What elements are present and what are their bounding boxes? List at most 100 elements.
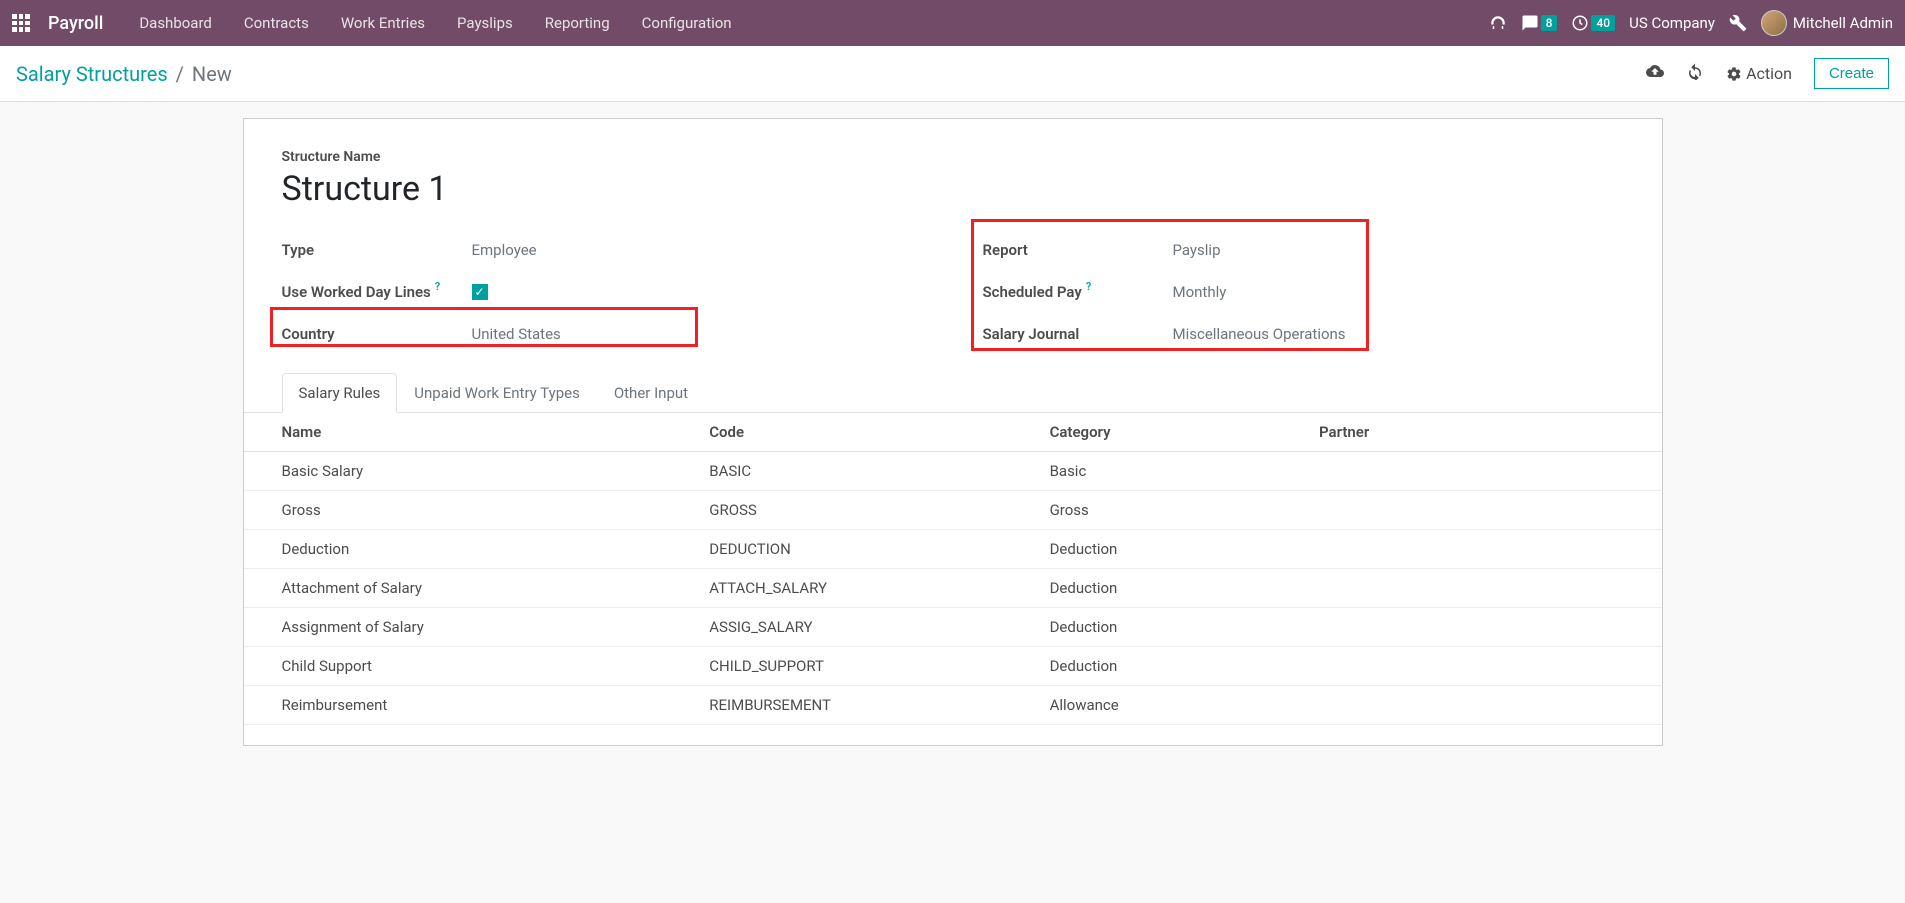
cell-name: Gross: [244, 491, 698, 530]
breadcrumb-sep: /: [176, 62, 184, 86]
cell-category: Deduction: [1038, 569, 1307, 608]
country-label: Country: [282, 325, 472, 343]
cell-name: Reimbursement: [244, 686, 698, 725]
field-country: Country United States: [282, 313, 923, 355]
help-icon[interactable]: ?: [1086, 280, 1091, 293]
structure-name-value[interactable]: Structure 1: [282, 169, 1624, 209]
cell-category: Basic: [1038, 452, 1307, 491]
company-switcher[interactable]: US Company: [1629, 14, 1715, 32]
control-bar: Salary Structures / New Action Create: [0, 46, 1905, 102]
cell-code: CHILD_SUPPORT: [697, 647, 1037, 686]
cell-code: GROSS: [697, 491, 1037, 530]
nav-contracts[interactable]: Contracts: [230, 0, 323, 46]
cell-code: ATTACH_SALARY: [697, 569, 1037, 608]
type-label: Type: [282, 241, 472, 259]
activities-icon[interactable]: 40: [1571, 14, 1615, 32]
cell-partner: [1307, 647, 1662, 686]
worked-label-text: Use Worked Day Lines: [282, 283, 431, 301]
apps-icon[interactable]: [12, 14, 30, 32]
sched-value[interactable]: Monthly: [1173, 283, 1227, 301]
field-type: Type Employee: [282, 229, 923, 271]
table-row[interactable]: ReimbursementREIMBURSEMENTAllowance: [244, 686, 1662, 725]
top-navbar: Payroll Dashboard Contracts Work Entries…: [0, 0, 1905, 46]
cell-partner: [1307, 530, 1662, 569]
breadcrumb: Salary Structures / New: [16, 62, 232, 86]
cell-partner: [1307, 608, 1662, 647]
cell-name: Basic Salary: [244, 452, 698, 491]
cell-name: Assignment of Salary: [244, 608, 698, 647]
cell-partner: [1307, 491, 1662, 530]
field-report: Report Payslip: [983, 229, 1624, 271]
table-row[interactable]: Basic SalaryBASICBasic: [244, 452, 1662, 491]
activities-badge: 40: [1591, 15, 1615, 31]
worked-checkbox[interactable]: ✓: [472, 284, 488, 300]
country-value[interactable]: United States: [472, 325, 561, 343]
table-row[interactable]: Attachment of SalaryATTACH_SALARYDeducti…: [244, 569, 1662, 608]
cell-category: Gross: [1038, 491, 1307, 530]
messaging-icon[interactable]: 8: [1521, 14, 1558, 32]
discard-icon[interactable]: [1686, 62, 1704, 85]
debug-icon[interactable]: [1729, 14, 1747, 32]
field-worked-day-lines: Use Worked Day Lines ? ✓: [282, 271, 923, 313]
nav-configuration[interactable]: Configuration: [628, 0, 746, 46]
main-scroll[interactable]: Structure Name Structure 1 Type Employee…: [0, 102, 1905, 903]
table-row[interactable]: GrossGROSSGross: [244, 491, 1662, 530]
tabs: Salary Rules Unpaid Work Entry Types Oth…: [244, 373, 1662, 413]
help-icon[interactable]: ?: [435, 280, 440, 293]
sched-label-text: Scheduled Pay: [983, 283, 1082, 301]
field-salary-journal: Salary Journal Miscellaneous Operations: [983, 313, 1624, 355]
salary-rules-table: Name Code Category Partner Basic SalaryB…: [244, 413, 1662, 725]
user-avatar: [1761, 10, 1787, 36]
col-code[interactable]: Code: [697, 413, 1037, 452]
field-scheduled-pay: Scheduled Pay ? Monthly: [983, 271, 1624, 313]
nav-left: Payroll Dashboard Contracts Work Entries…: [12, 0, 746, 46]
report-value[interactable]: Payslip: [1173, 241, 1221, 259]
tab-salary-rules[interactable]: Salary Rules: [282, 373, 398, 413]
user-menu[interactable]: Mitchell Admin: [1761, 10, 1893, 36]
table-header-row: Name Code Category Partner: [244, 413, 1662, 452]
nav-payslips[interactable]: Payslips: [443, 0, 527, 46]
control-right: Action Create: [1646, 58, 1889, 89]
table-row[interactable]: Assignment of SalaryASSIG_SALARYDeductio…: [244, 608, 1662, 647]
tab-other-input[interactable]: Other Input: [597, 373, 705, 413]
cell-category: Deduction: [1038, 647, 1307, 686]
username: Mitchell Admin: [1793, 14, 1893, 32]
table-row[interactable]: Child SupportCHILD_SUPPORTDeduction: [244, 647, 1662, 686]
cell-partner: [1307, 452, 1662, 491]
cell-name: Child Support: [244, 647, 698, 686]
col-name[interactable]: Name: [244, 413, 698, 452]
worked-label: Use Worked Day Lines ?: [282, 283, 472, 301]
report-label: Report: [983, 241, 1173, 259]
messaging-badge: 8: [1541, 15, 1558, 31]
create-button[interactable]: Create: [1814, 58, 1889, 89]
cell-code: DEDUCTION: [697, 530, 1037, 569]
nav-dashboard[interactable]: Dashboard: [125, 0, 226, 46]
nav-right: 8 40 US Company Mitchell Admin: [1489, 10, 1893, 36]
cell-name: Attachment of Salary: [244, 569, 698, 608]
nav-work-entries[interactable]: Work Entries: [327, 0, 439, 46]
form-columns: Type Employee Use Worked Day Lines ? ✓ C…: [282, 229, 1624, 355]
save-icon[interactable]: [1646, 62, 1664, 85]
type-value[interactable]: Employee: [472, 241, 537, 259]
nav-reporting[interactable]: Reporting: [531, 0, 624, 46]
table-row[interactable]: DeductionDEDUCTIONDeduction: [244, 530, 1662, 569]
col-partner[interactable]: Partner: [1307, 413, 1662, 452]
journal-value[interactable]: Miscellaneous Operations: [1173, 325, 1346, 343]
cell-name: Deduction: [244, 530, 698, 569]
cell-code: REIMBURSEMENT: [697, 686, 1037, 725]
cell-category: Allowance: [1038, 686, 1307, 725]
structure-name-label: Structure Name: [282, 149, 1624, 165]
tab-unpaid-work-entry-types[interactable]: Unpaid Work Entry Types: [397, 373, 597, 413]
cell-partner: [1307, 569, 1662, 608]
voip-icon[interactable]: [1489, 14, 1507, 32]
col-category[interactable]: Category: [1038, 413, 1307, 452]
left-col: Type Employee Use Worked Day Lines ? ✓ C…: [282, 229, 923, 355]
app-brand[interactable]: Payroll: [48, 13, 103, 34]
cell-category: Deduction: [1038, 608, 1307, 647]
cell-category: Deduction: [1038, 530, 1307, 569]
action-button[interactable]: Action: [1726, 64, 1792, 83]
sched-label: Scheduled Pay ?: [983, 283, 1173, 301]
breadcrumb-parent[interactable]: Salary Structures: [16, 62, 168, 86]
cell-code: BASIC: [697, 452, 1037, 491]
right-col: Report Payslip Scheduled Pay ? Monthly S…: [983, 229, 1624, 355]
